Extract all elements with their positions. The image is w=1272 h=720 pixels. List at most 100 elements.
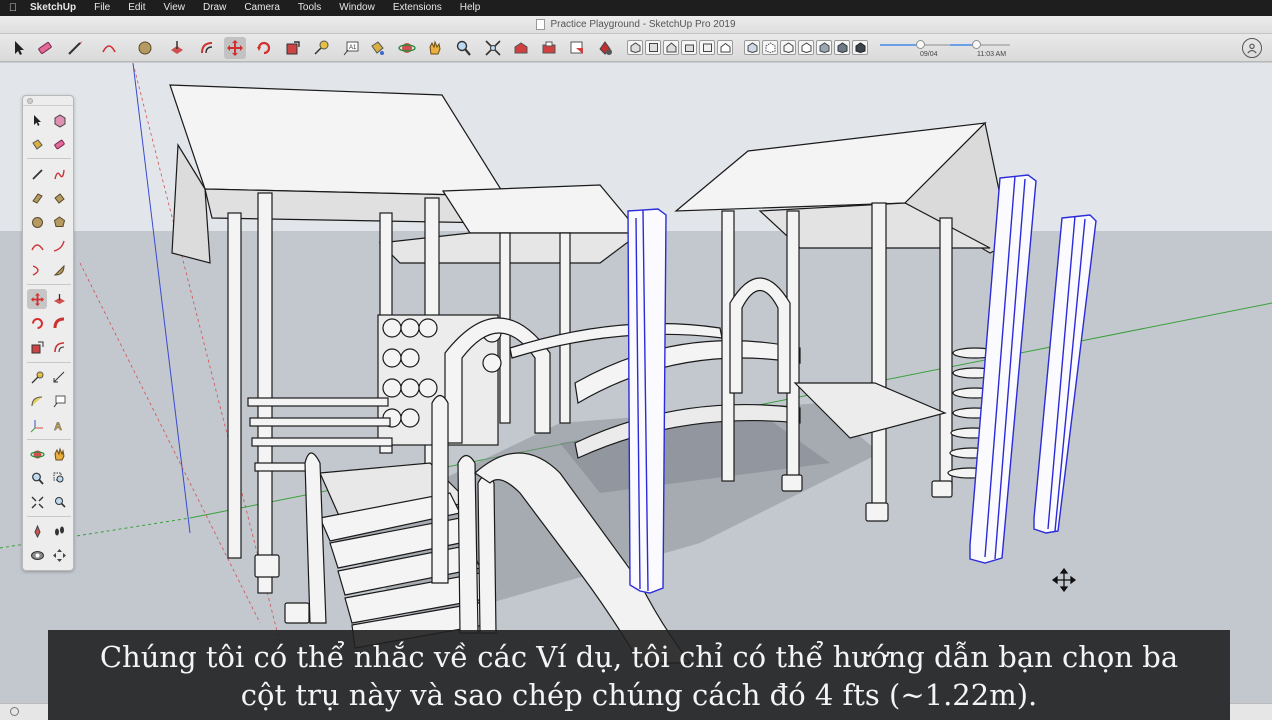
rail-2[interactable]: [249, 417, 391, 427]
palette-look-around-button[interactable]: [27, 545, 47, 565]
palette-paint-button[interactable]: [27, 134, 47, 154]
menu-tools[interactable]: Tools: [289, 0, 330, 16]
palette-orbit-button[interactable]: [27, 444, 47, 464]
palette-dimension-button[interactable]: [49, 367, 69, 387]
extension-warehouse-button[interactable]: [538, 37, 560, 59]
menu-file[interactable]: File: [85, 0, 119, 16]
stair-handrail-right[interactable]: [457, 454, 479, 634]
back-edges-style-button[interactable]: [762, 40, 778, 55]
right-view-button[interactable]: [681, 40, 697, 55]
menu-extensions[interactable]: Extensions: [384, 0, 451, 16]
palette-zoom-window-button[interactable]: [49, 468, 69, 488]
text-tool-button[interactable]: A1: [340, 37, 362, 59]
palette-tape-button[interactable]: [27, 367, 47, 387]
menu-view[interactable]: View: [154, 0, 194, 16]
palette-walk-button[interactable]: [49, 521, 69, 541]
monochrome-style-button[interactable]: [852, 40, 868, 55]
shadow-time-slider-knob[interactable]: [972, 40, 981, 49]
palette-rectangle-button[interactable]: [27, 188, 47, 208]
menu-app-name[interactable]: SketchUp: [26, 0, 85, 16]
menu-help[interactable]: Help: [451, 0, 490, 16]
pan-tool-button[interactable]: [424, 37, 446, 59]
palette-scale-button[interactable]: [27, 337, 47, 357]
palette-text-button[interactable]: [49, 391, 69, 411]
top-view-button[interactable]: [645, 40, 661, 55]
wireframe-style-button[interactable]: [780, 40, 796, 55]
palette-3d-text-button[interactable]: A: [49, 415, 69, 435]
rotate-tool-button[interactable]: [253, 37, 275, 59]
warehouse-button[interactable]: [510, 37, 532, 59]
palette-move-button[interactable]: [27, 289, 47, 309]
palette-push-pull-button[interactable]: [49, 289, 69, 309]
palette-section-plane-button[interactable]: [49, 545, 69, 565]
palette-2point-arc-button[interactable]: [49, 236, 69, 256]
palette-follow-me-button[interactable]: [49, 313, 69, 333]
palette-axes-button[interactable]: [27, 415, 47, 435]
user-account-button[interactable]: [1242, 38, 1262, 58]
apple-menu-icon[interactable]: : [0, 2, 26, 14]
palette-polygon-button[interactable]: [49, 212, 69, 232]
palette-arc-button[interactable]: [27, 236, 47, 256]
palette-component-button[interactable]: [49, 110, 69, 130]
palette-select-button[interactable]: [27, 110, 47, 130]
back-view-button[interactable]: [699, 40, 715, 55]
menu-draw[interactable]: Draw: [194, 0, 235, 16]
palette-freehand-button[interactable]: [49, 164, 69, 184]
stair-handrail-mid[interactable]: [431, 394, 449, 584]
palette-header[interactable]: [23, 96, 73, 106]
menu-window[interactable]: Window: [330, 0, 384, 16]
palette-zoom-extents-button[interactable]: [27, 492, 47, 512]
front-view-button[interactable]: [663, 40, 679, 55]
hidden-line-style-button[interactable]: [798, 40, 814, 55]
xray-style-button[interactable]: [744, 40, 760, 55]
palette-offset-button[interactable]: [49, 337, 69, 357]
menu-edit[interactable]: Edit: [119, 0, 154, 16]
palette-position-camera-button[interactable]: [27, 521, 47, 541]
line-tool-button[interactable]: [64, 37, 86, 59]
palette-circle-button[interactable]: [27, 212, 47, 232]
palette-protractor-button[interactable]: [27, 391, 47, 411]
paint-bucket-tool-button[interactable]: [366, 37, 388, 59]
palette-rotated-rectangle-button[interactable]: [49, 188, 69, 208]
rail-1[interactable]: [247, 397, 389, 407]
scene-canvas[interactable]: [0, 63, 1272, 720]
shaded-style-button[interactable]: [816, 40, 832, 55]
right-post-3[interactable]: [871, 202, 887, 514]
shapes-tool-button[interactable]: [134, 37, 156, 59]
push-pull-tool-button[interactable]: [166, 37, 188, 59]
shaded-textures-style-button[interactable]: [834, 40, 850, 55]
scale-tool-button[interactable]: [282, 37, 304, 59]
geo-location-icon[interactable]: [10, 707, 19, 716]
select-tool-button[interactable]: [8, 37, 30, 59]
palette-close-icon[interactable]: [27, 98, 33, 104]
post-2[interactable]: [257, 192, 273, 594]
right-post-4[interactable]: [939, 217, 953, 489]
shadow-date-slider-knob[interactable]: [916, 40, 925, 49]
palette-previous-view-button[interactable]: [49, 492, 69, 512]
menu-camera[interactable]: Camera: [235, 0, 289, 16]
arc-tool-button[interactable]: [98, 37, 120, 59]
stair-handrail-far[interactable]: [477, 474, 497, 634]
palette-3point-arc-button[interactable]: [27, 260, 47, 280]
post-6[interactable]: [559, 232, 571, 424]
extension-manager-button[interactable]: [594, 37, 616, 59]
palette-pan-button[interactable]: [49, 444, 69, 464]
move-tool-button[interactable]: [224, 37, 246, 59]
tape-measure-tool-button[interactable]: [310, 37, 332, 59]
rail-3[interactable]: [251, 437, 393, 447]
left-view-button[interactable]: [717, 40, 733, 55]
eraser-tool-button[interactable]: [34, 37, 56, 59]
palette-line-button[interactable]: [27, 164, 47, 184]
iso-view-button[interactable]: [627, 40, 643, 55]
palette-zoom-button[interactable]: [27, 468, 47, 488]
model-viewport[interactable]: [0, 63, 1272, 720]
orbit-tool-button[interactable]: [396, 37, 418, 59]
zoom-tool-button[interactable]: [452, 37, 474, 59]
offset-tool-button[interactable]: [196, 37, 218, 59]
palette-eraser-button[interactable]: [49, 134, 69, 154]
palette-rotate-button[interactable]: [27, 313, 47, 333]
palette-pie-button[interactable]: [49, 260, 69, 280]
post-1[interactable]: [227, 212, 242, 559]
layout-send-button[interactable]: [566, 37, 588, 59]
zoom-extents-tool-button[interactable]: [482, 37, 504, 59]
